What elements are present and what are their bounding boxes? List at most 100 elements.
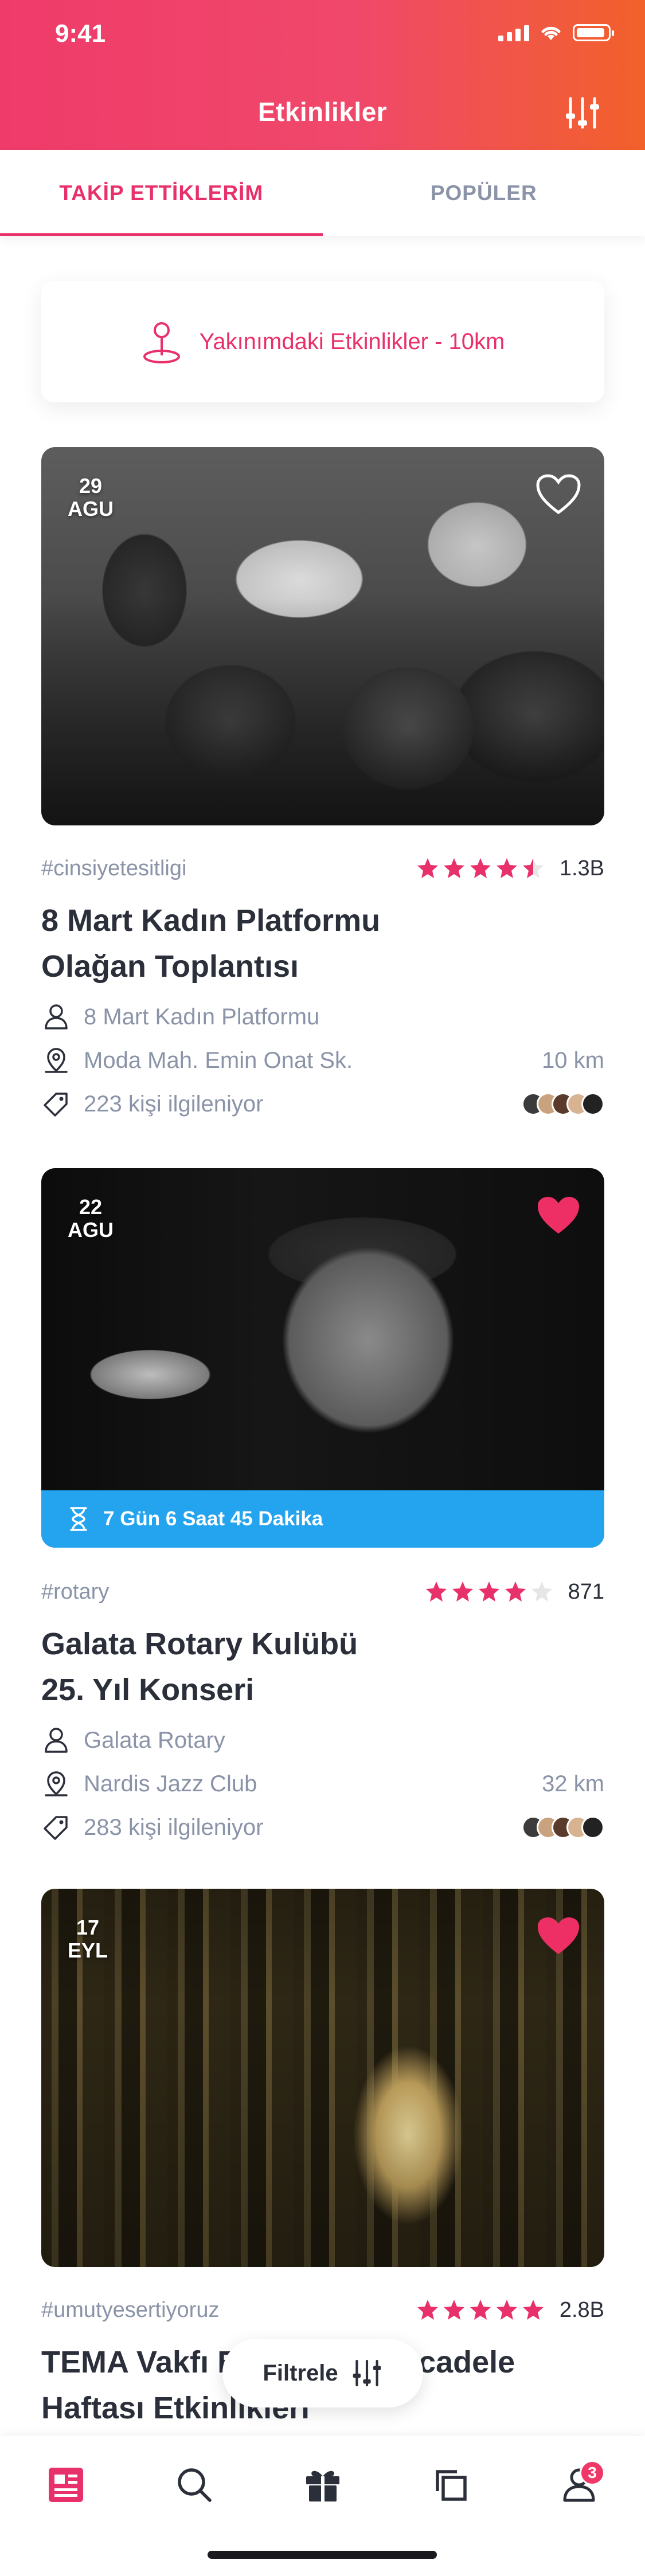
event-organizer-row: 8 Mart Kadın Platformu bbox=[41, 995, 604, 1039]
filter-label: Filtrele bbox=[263, 2360, 338, 2386]
event-interest-count: 223 kişi ilgileniyor bbox=[84, 1091, 264, 1117]
tab-bar: TAKİP ETTİKLERİM POPÜLER bbox=[0, 150, 645, 236]
status-time: 9:41 bbox=[55, 19, 106, 48]
star-full-icon bbox=[425, 1581, 447, 1602]
star-full-icon bbox=[496, 858, 517, 878]
event-title[interactable]: 8 Mart Kadın Platformu Olağan Toplantısı bbox=[41, 898, 454, 989]
event-month: AGU bbox=[68, 497, 114, 520]
event-month: EYL bbox=[68, 1939, 108, 1962]
event-hashtag[interactable]: #rotary bbox=[41, 1580, 109, 1604]
nav-saved[interactable] bbox=[419, 2453, 482, 2516]
event-organizer-row: Galata Rotary bbox=[41, 1718, 604, 1762]
ticket-icon bbox=[44, 1093, 68, 1117]
rating-count: 1.3B bbox=[559, 856, 604, 880]
countdown-text: 7 Gün 6 Saat 45 Dakika bbox=[103, 1508, 323, 1530]
user-icon bbox=[45, 1004, 68, 1029]
event-image[interactable]: 22 AGU 7 Gün 6 Saat 45 Dakika bbox=[41, 1168, 604, 1548]
bottom-nav: 3 bbox=[0, 2436, 645, 2576]
event-day: 29 bbox=[79, 474, 103, 498]
event-rating: 1.3B bbox=[416, 856, 604, 881]
nav-gifts[interactable] bbox=[291, 2453, 354, 2516]
tab-popular[interactable]: POPÜLER bbox=[323, 150, 645, 236]
hourglass-icon bbox=[70, 1507, 87, 1531]
sliders-icon bbox=[353, 2359, 381, 2387]
rating-stars bbox=[416, 2299, 545, 2321]
location-pin-icon bbox=[143, 322, 180, 363]
rating-stars bbox=[425, 1580, 553, 1603]
gift-icon bbox=[306, 2471, 339, 2501]
event-distance: 10 km bbox=[542, 1047, 604, 1073]
event-hashtag[interactable]: #umutyesertiyoruz bbox=[41, 2298, 219, 2323]
star-full-icon bbox=[496, 2300, 517, 2320]
nearby-events-label: Yakınımdaki Etkinlikler - 10km bbox=[199, 328, 505, 354]
star-full-icon bbox=[522, 2300, 544, 2320]
event-rating: 871 bbox=[425, 1580, 604, 1604]
event-month: AGU bbox=[68, 1218, 114, 1242]
event-location[interactable]: Moda Mah. Emin Onat Sk. bbox=[84, 1048, 353, 1074]
event-card[interactable]: 29 AGU #cinsiyetesitligi 1.3B 8 Mart Kad… bbox=[41, 447, 604, 1126]
event-location[interactable]: Nardis Jazz Club bbox=[84, 1771, 257, 1797]
star-full-icon bbox=[505, 1581, 526, 1602]
event-location-row: Moda Mah. Emin Onat Sk. 10 km bbox=[41, 1039, 604, 1082]
event-image[interactable]: 17 EYL bbox=[41, 1889, 604, 2267]
nav-news[interactable] bbox=[34, 2453, 97, 2516]
location-icon bbox=[45, 1771, 68, 1796]
news-icon bbox=[49, 2468, 83, 2502]
tab-following[interactable]: TAKİP ETTİKLERİM bbox=[0, 150, 323, 236]
star-full-icon bbox=[452, 1581, 473, 1602]
event-organizer[interactable]: Galata Rotary bbox=[84, 1728, 225, 1753]
star-full-icon bbox=[417, 2300, 438, 2320]
star-full-icon bbox=[417, 858, 438, 878]
attendee-avatars[interactable] bbox=[522, 1093, 604, 1115]
user-icon bbox=[45, 1728, 68, 1753]
home-indicator bbox=[208, 2551, 437, 2559]
event-date: 29 AGU bbox=[68, 475, 114, 520]
rating-stars bbox=[416, 857, 545, 880]
event-hashtag[interactable]: #cinsiyetesitligi bbox=[41, 856, 186, 881]
star-empty-icon bbox=[531, 1581, 552, 1602]
event-day: 17 bbox=[76, 1916, 100, 1939]
event-day: 22 bbox=[79, 1195, 103, 1219]
star-full-icon bbox=[443, 858, 464, 878]
avatar bbox=[581, 1093, 604, 1115]
battery-icon bbox=[573, 24, 614, 41]
event-interest-row: 223 kişi ilgileniyor bbox=[41, 1082, 604, 1126]
attendee-avatars[interactable] bbox=[522, 1816, 604, 1839]
rating-count: 2.8B bbox=[559, 2297, 604, 2322]
event-organizer[interactable]: 8 Mart Kadın Platformu bbox=[84, 1004, 319, 1030]
wifi-icon bbox=[541, 26, 561, 40]
nav-profile[interactable]: 3 bbox=[548, 2453, 611, 2516]
avatar bbox=[581, 1816, 604, 1839]
signal-icon bbox=[498, 24, 529, 41]
star-full-icon bbox=[478, 1581, 499, 1602]
event-distance: 32 km bbox=[542, 1771, 604, 1796]
sliders-icon[interactable] bbox=[564, 94, 601, 132]
page-title: Etkinlikler bbox=[257, 97, 388, 127]
notification-badge: 3 bbox=[580, 2460, 605, 2485]
ticket-icon bbox=[44, 1816, 68, 1840]
event-title[interactable]: Galata Rotary Kulübü 25. Yıl Konseri bbox=[41, 1621, 408, 1713]
event-interest-count: 283 kişi ilgileniyor bbox=[84, 1814, 264, 1840]
event-card[interactable]: 22 AGU 7 Gün 6 Saat 45 Dakika #rotary 87… bbox=[41, 1168, 604, 1849]
search-icon bbox=[178, 2468, 212, 2502]
star-half-icon bbox=[522, 858, 544, 878]
favorite-outline-icon[interactable] bbox=[535, 473, 581, 515]
copy-icon bbox=[436, 2470, 467, 2501]
location-icon bbox=[45, 1048, 68, 1073]
favorite-filled-icon[interactable] bbox=[535, 1915, 581, 1956]
rating-count: 871 bbox=[568, 1579, 604, 1604]
event-date: 22 AGU bbox=[68, 1196, 114, 1242]
event-date: 17 EYL bbox=[68, 1916, 108, 1962]
nav-search[interactable] bbox=[163, 2453, 226, 2516]
star-full-icon bbox=[470, 2300, 491, 2320]
event-image[interactable]: 29 AGU bbox=[41, 447, 604, 825]
app-header: 9:41 Etkinlikler bbox=[0, 0, 645, 150]
countdown-bar: 7 Gün 6 Saat 45 Dakika bbox=[41, 1490, 604, 1548]
favorite-filled-icon[interactable] bbox=[535, 1195, 581, 1236]
nearby-events-button[interactable]: Yakınımdaki Etkinlikler - 10km bbox=[41, 281, 604, 402]
filter-button[interactable]: Filtrele bbox=[222, 2339, 423, 2407]
event-location-row: Nardis Jazz Club 32 km bbox=[41, 1762, 604, 1806]
event-interest-row: 283 kişi ilgileniyor bbox=[41, 1806, 604, 1849]
star-full-icon bbox=[443, 2300, 464, 2320]
event-rating: 2.8B bbox=[416, 2298, 604, 2323]
